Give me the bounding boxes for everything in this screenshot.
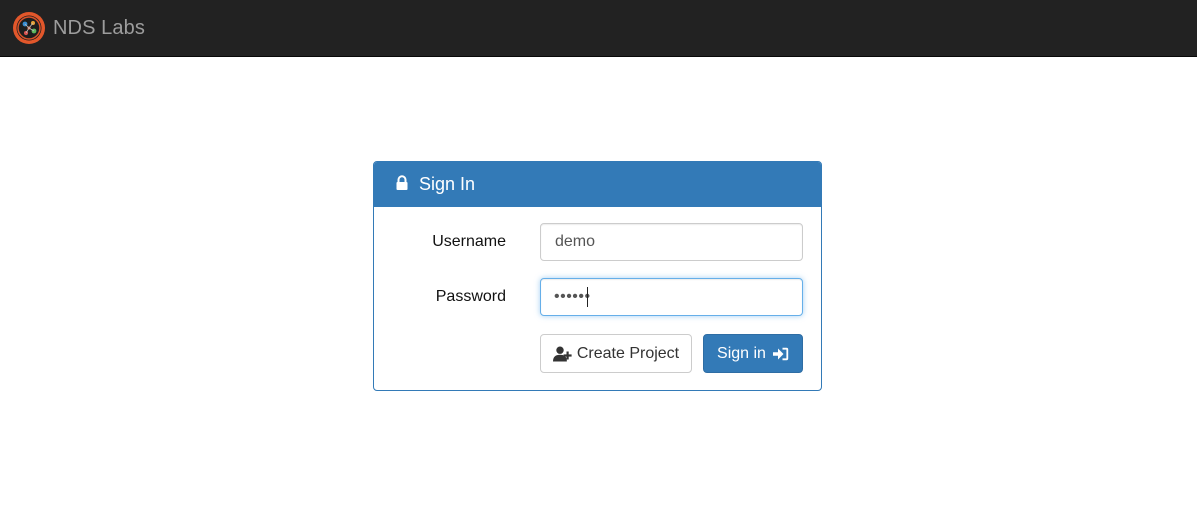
panel-title: Sign In: [419, 173, 476, 194]
top-navbar: NDS Labs: [0, 0, 1197, 57]
signin-panel: Sign In Username Password •••••• Create …: [373, 161, 822, 391]
password-masked-value: ••••••: [554, 288, 591, 305]
sign-in-icon: [772, 347, 789, 360]
username-input[interactable]: [540, 223, 803, 261]
sign-in-label: Sign in: [717, 344, 766, 362]
sign-in-button[interactable]: Sign in: [703, 334, 803, 373]
password-label: Password: [435, 288, 506, 305]
navbar-brand[interactable]: NDS Labs: [12, 11, 145, 45]
user-plus-icon: [552, 346, 572, 361]
brand-name: NDS Labs: [53, 16, 145, 39]
username-label: Username: [432, 233, 506, 250]
lock-icon: [396, 175, 408, 190]
create-project-button[interactable]: Create Project: [540, 334, 692, 373]
text-caret: [587, 287, 588, 307]
signin-panel-heading: Sign In: [374, 162, 821, 207]
create-project-label: Create Project: [576, 344, 680, 362]
nds-labs-logo-icon: [13, 12, 45, 44]
